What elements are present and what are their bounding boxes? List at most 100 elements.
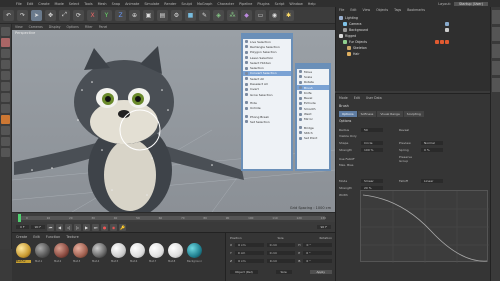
edges-mode-icon[interactable] <box>1 82 10 91</box>
floor-icon[interactable]: ▭ <box>255 9 266 21</box>
position-y-field[interactable]: 0 cm <box>234 251 264 255</box>
rotation-b-field[interactable]: 0 ° <box>303 259 332 263</box>
rotation-p-field[interactable]: 0 ° <box>303 251 332 255</box>
vp-menu-view[interactable]: View <box>15 25 23 29</box>
am-menu-mode[interactable]: Mode <box>339 96 348 100</box>
om-menu-view[interactable]: View <box>363 8 371 12</box>
model-mode-icon[interactable] <box>1 38 10 47</box>
z-axis-icon[interactable]: Z <box>115 9 126 21</box>
vp-menu-filter[interactable]: Filter <box>85 25 93 29</box>
mat-menu-texture[interactable]: Texture <box>66 235 78 239</box>
menu-create[interactable]: Create <box>38 2 49 6</box>
apply-button[interactable]: Apply <box>309 270 332 274</box>
autokey-icon[interactable]: ◉ <box>110 223 118 231</box>
tag-icon[interactable] <box>435 40 439 44</box>
move-tool-icon[interactable]: ✥ <box>45 9 56 21</box>
position-z-field[interactable]: 0 cm <box>235 259 264 263</box>
attr-value[interactable]: 100 % <box>361 147 383 152</box>
popup-item[interactable]: Set Selection <box>243 119 291 124</box>
mat-menu-function[interactable]: Function <box>46 235 60 239</box>
tag-icon[interactable] <box>445 22 449 26</box>
layers-tab[interactable] <box>492 61 500 75</box>
texture-mode-icon[interactable] <box>1 49 10 58</box>
material-swatch[interactable] <box>92 243 107 258</box>
objects-tab[interactable] <box>492 10 500 24</box>
deformer-icon[interactable]: ◆ <box>241 9 252 21</box>
content-browser-tab[interactable] <box>492 27 500 41</box>
material-swatch[interactable] <box>130 243 145 258</box>
om-menu-objects[interactable]: Objects <box>376 8 388 12</box>
coord-system-icon[interactable]: ⊕ <box>129 9 140 21</box>
light-icon[interactable]: ✱ <box>283 9 294 21</box>
menu-plugins[interactable]: Plugins <box>257 2 269 6</box>
om-menu-bookmarks[interactable]: Bookmarks <box>407 8 425 12</box>
attr-value[interactable]: Circle <box>361 140 383 145</box>
material-swatch[interactable] <box>168 243 183 258</box>
menu-animate[interactable]: Animate <box>125 2 139 6</box>
axis-mode-icon[interactable] <box>1 104 10 113</box>
menu-edit[interactable]: Edit <box>27 2 34 6</box>
material-swatch[interactable] <box>111 243 126 258</box>
menu-sculpt[interactable]: Sculpt <box>181 2 192 6</box>
attr-value[interactable]: Normal <box>421 140 443 145</box>
tab-visual-range[interactable]: Visual Range <box>377 111 403 117</box>
size-mode-dropdown[interactable]: Size <box>275 270 292 274</box>
render-view-icon[interactable]: ▣ <box>143 9 154 21</box>
tab-sculpting[interactable]: Sculpting <box>403 111 424 117</box>
tag-icon[interactable] <box>445 28 449 32</box>
points-mode-icon[interactable] <box>1 71 10 80</box>
redo-icon[interactable]: ↷ <box>17 9 28 21</box>
render-settings-icon[interactable]: ⚙ <box>171 9 182 21</box>
rotate-tool-icon[interactable]: ⟳ <box>73 9 84 21</box>
array-icon[interactable]: ⁂ <box>227 9 238 21</box>
y-axis-icon[interactable]: Y <box>101 9 112 21</box>
coord-mode-dropdown[interactable]: Object (Rel) <box>230 270 258 274</box>
falloff-curve-graph[interactable] <box>360 190 489 263</box>
camera-icon[interactable]: ◉ <box>269 9 280 21</box>
record-icon[interactable]: ● <box>101 223 109 231</box>
menu-pipeline[interactable]: Pipeline <box>239 2 252 6</box>
workplane-icon[interactable] <box>1 60 10 69</box>
menu-mode[interactable]: Mode <box>55 2 64 6</box>
x-axis-icon[interactable]: X <box>87 9 98 21</box>
material-swatch[interactable] <box>16 243 31 258</box>
position-x-field[interactable]: 0 cm <box>235 243 264 247</box>
attr-value[interactable]: Linear <box>421 178 443 183</box>
material-swatch[interactable] <box>54 243 69 258</box>
go-to-start-icon[interactable]: ⏮ <box>47 223 55 231</box>
planar-workplane-icon[interactable] <box>1 148 10 157</box>
attr-value[interactable]: 50 <box>361 127 383 132</box>
keyframe-selection-icon[interactable]: 🔑 <box>119 223 127 231</box>
attributes-tab[interactable] <box>492 78 500 92</box>
size-z-field[interactable]: 0 cm <box>266 259 296 263</box>
tweak-mode-icon[interactable] <box>1 115 10 124</box>
subdivision-icon[interactable]: ◈ <box>213 9 224 21</box>
vp-menu-display[interactable]: Display <box>49 25 61 29</box>
om-menu-tags[interactable]: Tags <box>394 8 401 12</box>
frame-field[interactable]: 90 F <box>316 225 331 229</box>
vp-menu-cameras[interactable]: Cameras <box>29 25 43 29</box>
om-menu-edit[interactable]: Edit <box>350 8 356 12</box>
scale-tool-icon[interactable]: ⤢ <box>59 9 70 21</box>
om-menu-file[interactable]: File <box>339 8 344 12</box>
menu-snap[interactable]: Snap <box>112 2 121 6</box>
vp-menu-options[interactable]: Options <box>67 25 79 29</box>
menu-tools[interactable]: Tools <box>84 2 92 6</box>
make-editable-icon[interactable] <box>1 27 10 36</box>
attr-value[interactable]: 0 % <box>421 147 443 152</box>
material-swatch[interactable] <box>187 243 202 258</box>
structure-tab[interactable] <box>492 44 500 58</box>
go-to-end-icon[interactable]: ⏭ <box>92 223 100 231</box>
current-frame-marker[interactable] <box>18 214 21 222</box>
material-swatch[interactable] <box>35 243 50 258</box>
popup-item[interactable]: Set Point <box>297 136 329 141</box>
timeline[interactable]: 0 10 20 30 40 50 60 70 80 90 100 110 120… <box>12 212 335 222</box>
rotation-h-field[interactable]: 0 ° <box>303 243 333 247</box>
menu-render[interactable]: Render <box>164 2 176 6</box>
vp-menu-panel[interactable]: Panel <box>99 25 108 29</box>
am-menu-edit[interactable]: Edit <box>354 96 360 100</box>
tab-options[interactable]: Options <box>339 111 357 117</box>
play-icon[interactable]: ▷ <box>74 223 82 231</box>
material-swatch[interactable] <box>73 243 88 258</box>
object-row[interactable]: Hair <box>339 51 489 57</box>
